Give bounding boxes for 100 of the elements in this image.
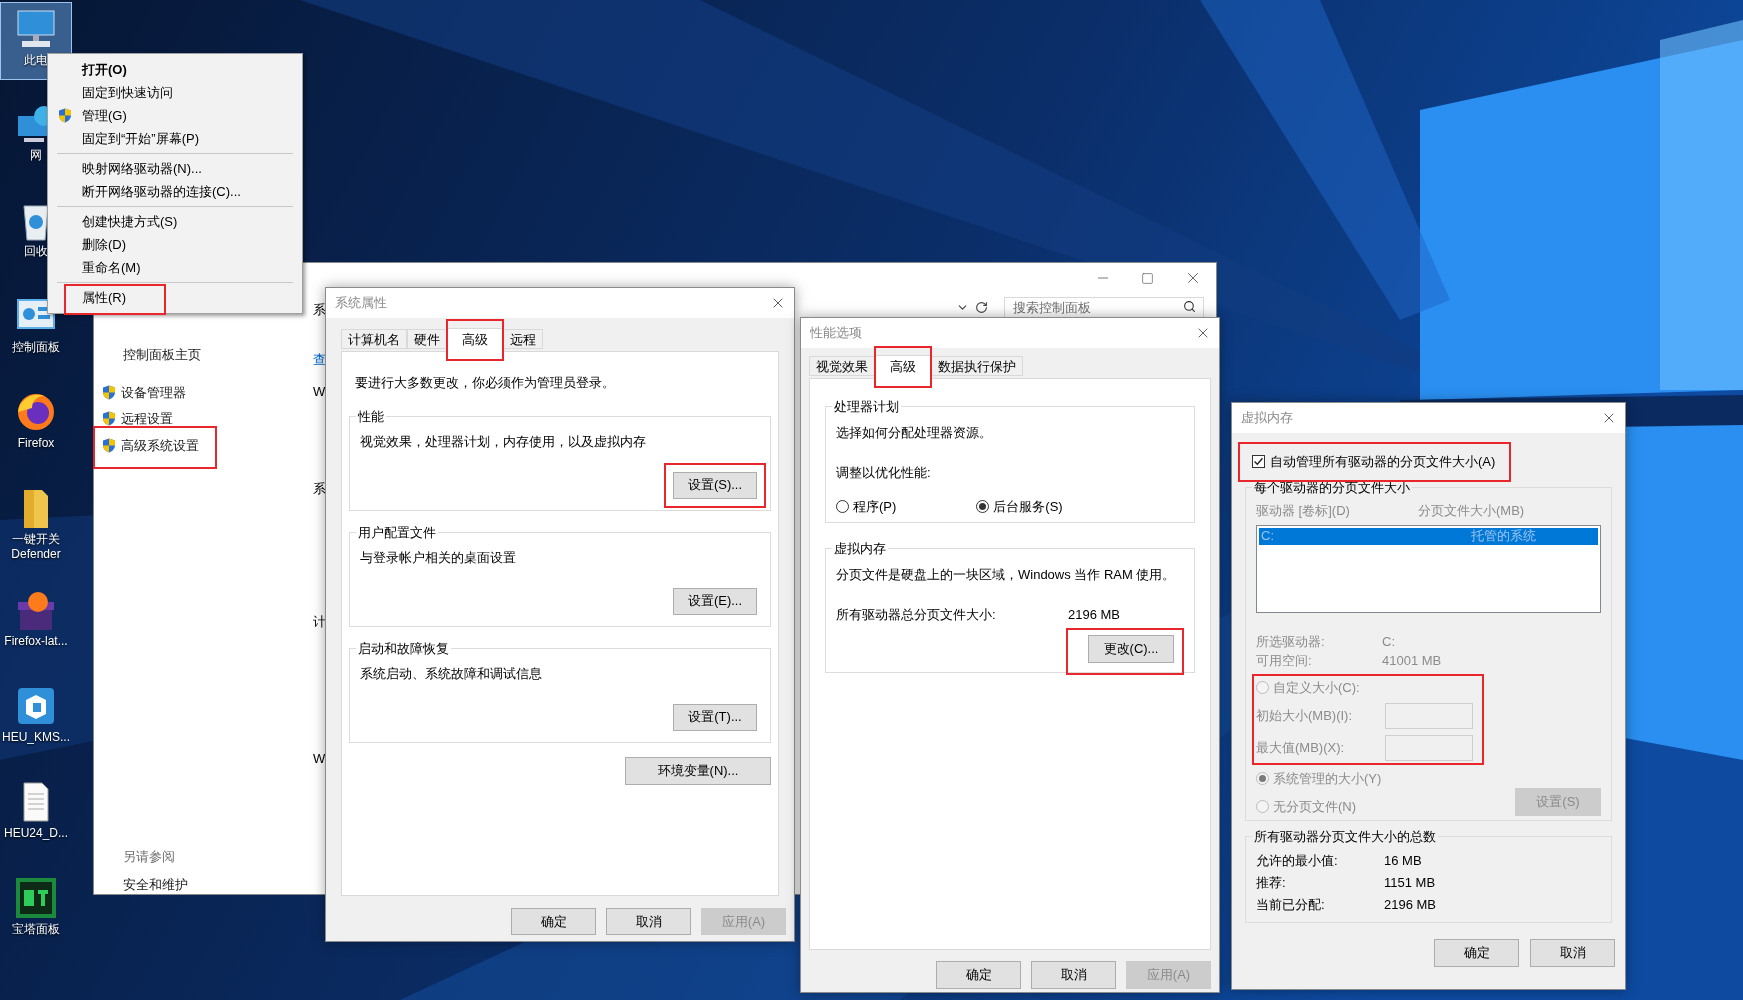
group-title: 处理器计划 — [833, 398, 900, 416]
text-fragment: W — [313, 750, 326, 768]
dialog-button[interactable]: 确定 — [1434, 938, 1519, 967]
field-label: 调整以优化性能: — [836, 464, 932, 482]
menu-item[interactable]: 重命名(M) — [82, 257, 141, 278]
dialog-button[interactable]: 取消 — [1530, 938, 1615, 967]
group-description: 选择如何分配处理器资源。 — [836, 423, 993, 442]
group-title: 启动和故障恢复 — [357, 639, 450, 658]
desktop-icon[interactable]: 宝塔面板 — [0, 872, 72, 950]
dialog-button[interactable]: 取消 — [606, 908, 691, 935]
menu-item[interactable]: 打开(O) — [82, 59, 127, 80]
tab[interactable]: 计算机名 — [341, 329, 407, 349]
desktop-icon[interactable]: HEU_KMS... — [0, 680, 72, 758]
shield-icon — [102, 437, 116, 453]
group-title: 性能 — [357, 407, 385, 426]
dialog-button[interactable]: 取消 — [1031, 961, 1116, 989]
text-fragment: W — [313, 383, 326, 401]
see-also-heading: 另请参阅 — [123, 848, 176, 866]
dialog-button[interactable]: 环境变量(N)... — [625, 756, 771, 785]
column-header: 分页文件大小(MB) — [1418, 502, 1525, 520]
tab[interactable]: 高级 — [447, 327, 503, 352]
maximize-icon[interactable] — [1141, 271, 1154, 285]
field-value: C: — [1382, 632, 1396, 651]
dialog-button[interactable]: 设置(E)... — [673, 587, 757, 615]
radio-button[interactable]: 程序(P) — [836, 496, 897, 516]
field-label: 当前已分配: — [1256, 896, 1326, 914]
icon-label: Firefox-lat... — [4, 634, 68, 649]
field-label: 允许的最小值: — [1256, 852, 1339, 870]
field-label: 所选驱动器: — [1256, 632, 1326, 651]
group-description: 系统启动、系统故障和调试信息 — [360, 665, 543, 683]
menu-item[interactable]: 创建快捷方式(S) — [82, 211, 178, 232]
search-field[interactable]: 搜索控制面板 — [1004, 296, 1204, 319]
icon-label: HEU_KMS... — [2, 730, 70, 745]
menu-item[interactable]: 映射网络驱动器(N)... — [82, 158, 202, 179]
table-cell-text: 托管的系统 — [1471, 527, 1536, 546]
dialog-button[interactable]: 设置(S)... — [673, 471, 757, 499]
icon-label: 网 — [30, 148, 42, 163]
icon-label: 回收 — [24, 244, 48, 259]
dialog-button[interactable]: 设置(T)... — [673, 703, 757, 731]
field-label: 可用空间: — [1256, 651, 1313, 670]
dialog-button[interactable]: 确定 — [511, 908, 596, 935]
icon-label: Firefox — [17, 436, 55, 451]
icon-label: 此电 — [24, 53, 48, 68]
sidebar-link[interactable]: 控制面板主页 — [123, 345, 294, 365]
checkbox[interactable]: 自动管理所有驱动器的分页文件大小(A) — [1252, 452, 1496, 472]
menu-item[interactable]: 属性(R) — [82, 287, 127, 308]
shield-icon — [58, 108, 72, 123]
shield-icon — [102, 411, 116, 427]
shield-icon — [102, 384, 116, 400]
group-title: 虚拟内存 — [833, 540, 887, 558]
group-title: 所有驱动器分页文件大小的总数 — [1253, 827, 1437, 846]
group-title: 用户配置文件 — [357, 523, 437, 542]
group-description: 与登录帐户相关的桌面设置 — [360, 549, 517, 567]
dialog-title: 性能选项 — [810, 324, 862, 343]
icon-label: 宝塔面板 — [12, 922, 60, 937]
dialog-button[interactable]: 确定 — [936, 961, 1021, 989]
tab[interactable]: 数据执行保护 — [931, 356, 1023, 376]
field-value: 16 MB — [1384, 852, 1423, 870]
sidebar-link[interactable]: 高级系统设置 — [121, 435, 199, 455]
tab[interactable]: 硬件 — [407, 329, 447, 349]
tab[interactable]: 高级 — [875, 354, 931, 379]
field-label: 所有驱动器总分页文件大小: — [836, 606, 997, 624]
field-label: 推荐: — [1256, 874, 1287, 892]
menu-item[interactable]: 固定到“开始”屏幕(P) — [82, 128, 199, 149]
table-cell-text: C: — [1260, 527, 1275, 546]
text-fragment: 查 — [313, 351, 326, 369]
field-label: 最大值(MB)(X): — [1256, 739, 1346, 758]
sidebar-link[interactable]: 安全和维护 — [123, 874, 294, 894]
sidebar-link[interactable]: 远程设置 — [121, 409, 173, 429]
desktop-icon[interactable]: 一键开关 Defender — [0, 482, 72, 566]
tab[interactable]: 远程 — [503, 329, 543, 349]
text-fragment: 系 — [313, 480, 326, 498]
icon-label: 一键开关 Defender — [10, 532, 62, 562]
dialog-title: 虚拟内存 — [1241, 409, 1293, 428]
menu-item[interactable]: 固定到快速访问 — [82, 82, 173, 103]
column-header: 驱动器 [卷标](D) — [1256, 502, 1351, 520]
icon-label: HEU24_D... — [4, 826, 68, 841]
field-value: 2196 MB — [1068, 606, 1121, 624]
radio-button[interactable]: 后台服务(S) — [976, 496, 1063, 516]
tab[interactable]: 视觉效果 — [809, 356, 875, 376]
sidebar-link[interactable]: 设备管理器 — [121, 382, 186, 402]
desktop-icon[interactable]: Firefox — [0, 386, 72, 464]
group-description: 分页文件是硬盘上的一块区域，Windows 当作 RAM 使用。 — [836, 565, 1177, 584]
desktop-icon[interactable]: HEU24_D... — [0, 776, 72, 854]
text-fragment: 计 — [313, 613, 326, 631]
field-value: 2196 MB — [1384, 896, 1438, 914]
desktop-icon[interactable]: Firefox-lat... — [0, 584, 72, 662]
text-fragment: 系 — [313, 301, 326, 319]
menu-item[interactable]: 断开网络驱动器的连接(C)... — [82, 181, 241, 202]
checkmark-icon — [1253, 456, 1264, 468]
refresh-icon[interactable] — [975, 300, 988, 314]
search-icon — [1183, 300, 1196, 313]
icon-label: 控制面板 — [12, 340, 60, 355]
menu-item[interactable]: 删除(D) — [82, 234, 127, 255]
panel-app-icon — [14, 876, 58, 920]
group-description: 视觉效果，处理器计划，内存使用，以及虚拟内存 — [360, 433, 647, 451]
menu-item[interactable]: 管理(G) — [82, 105, 127, 126]
dialog-button[interactable]: 更改(C)... — [1088, 634, 1174, 663]
field-label: 初始大小(MB)(I): — [1256, 707, 1354, 726]
field-value: 1151 MB — [1384, 874, 1437, 892]
